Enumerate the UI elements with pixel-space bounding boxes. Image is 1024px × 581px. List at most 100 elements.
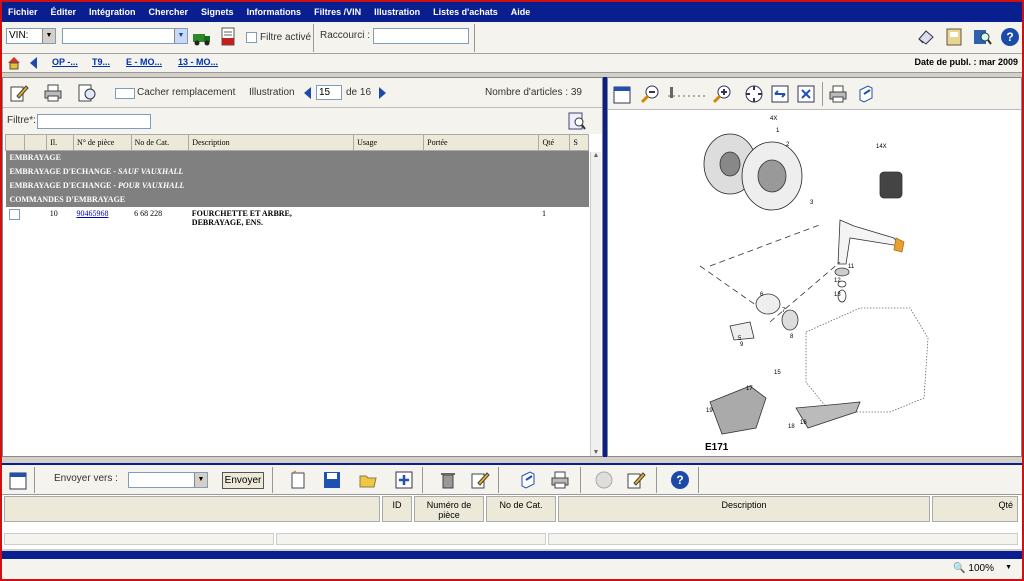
diagram-callout-label[interactable]: 11 <box>848 264 855 270</box>
breadcrumb-item-t9[interactable]: T9... <box>92 57 110 67</box>
diagram-callout-label[interactable]: 16 <box>800 420 807 426</box>
send-to-select[interactable]: ▼ <box>128 472 208 488</box>
group-row[interactable]: COMMANDES D'EMBRAYAGE <box>5 192 589 207</box>
cacher-remplacement-checkbox[interactable] <box>115 88 135 99</box>
trash-icon[interactable] <box>438 470 458 490</box>
row-checkbox[interactable] <box>8 208 20 220</box>
column-header-id[interactable]: ID <box>382 496 412 522</box>
chevron-down-icon[interactable]: ▼ <box>174 29 187 43</box>
diagram-callout-label[interactable]: 12 <box>834 278 841 284</box>
column-header-s[interactable]: S <box>569 134 589 151</box>
menu-illustration[interactable]: Illustration <box>374 7 420 17</box>
preview-icon[interactable] <box>77 83 97 103</box>
diagram-callout-label[interactable]: 19 <box>706 408 713 414</box>
table-row[interactable]: 10 90465968 6 68 228 FOURCHETTE ET ARBRE… <box>6 207 589 229</box>
print-icon[interactable] <box>828 84 848 104</box>
column-header-qty[interactable]: Qté <box>538 134 571 151</box>
zoom-out-icon[interactable] <box>640 84 660 104</box>
book-search-icon[interactable] <box>972 27 992 47</box>
diagram-callout-label[interactable]: 8 <box>790 334 794 340</box>
home-icon[interactable] <box>6 55 22 71</box>
scroll-down-icon[interactable]: ▼ <box>591 449 601 456</box>
diagram-callout-label[interactable]: 14X <box>876 144 887 150</box>
search-document-icon[interactable] <box>567 111 587 131</box>
diagram-callout-label[interactable]: 1 <box>776 128 780 134</box>
zoom-slider[interactable] <box>666 86 710 100</box>
edit-note-icon[interactable] <box>626 470 646 490</box>
part-number-link[interactable]: 90465968 <box>76 209 108 218</box>
column-header-select[interactable] <box>5 134 25 151</box>
exploded-view-diagram[interactable]: 4X 1 2 3 14X 11 12 13 6 7 8 5 9 15 17 16 18 19 E171 <box>610 112 1019 456</box>
menu-informations[interactable]: Informations <box>247 7 302 17</box>
group-row[interactable]: EMBRAYAGE D'ECHANGE - SAUF VAUXHALL <box>5 164 589 179</box>
horizontal-scrollbar-segment[interactable] <box>548 533 1018 545</box>
menu-aide[interactable]: Aide <box>511 7 531 17</box>
arrow-left-icon[interactable] <box>303 86 313 100</box>
notebook-icon[interactable] <box>944 27 964 47</box>
column-header-qty[interactable]: Qté <box>932 496 1018 522</box>
column-header-cat-number[interactable]: No de Cat. <box>486 496 556 522</box>
column-header-blank[interactable] <box>4 496 380 522</box>
print-icon[interactable] <box>43 83 63 103</box>
breadcrumb-item-op[interactable]: OP -... <box>52 57 78 67</box>
column-header-part-number[interactable]: N° de pièce <box>72 134 132 151</box>
vertical-scrollbar[interactable]: ▲ ▼ <box>590 152 601 456</box>
add-icon[interactable] <box>394 470 414 490</box>
menu-integration[interactable]: Intégration <box>89 7 136 17</box>
eraser-icon[interactable] <box>916 27 936 47</box>
truck-icon[interactable] <box>192 27 212 47</box>
column-header-blank[interactable] <box>23 134 48 151</box>
column-header-description[interactable]: Description <box>188 134 355 151</box>
help-icon[interactable]: ? <box>670 470 690 490</box>
column-header-usage[interactable]: Usage <box>353 134 425 151</box>
horizontal-scrollbar-segment[interactable] <box>276 533 546 545</box>
fit-all-icon[interactable] <box>744 84 764 104</box>
breadcrumb-item-13-mo[interactable]: 13 - MO... <box>178 57 218 67</box>
diagram-callout-label[interactable]: 18 <box>788 424 795 430</box>
fit-width-icon[interactable] <box>770 84 790 104</box>
chevron-down-icon[interactable]: ▼ <box>1005 564 1012 571</box>
chevron-down-icon[interactable]: ▼ <box>194 473 207 487</box>
window-icon[interactable] <box>612 85 632 105</box>
menu-fichier[interactable]: Fichier <box>8 7 38 17</box>
menu-signets[interactable]: Signets <box>201 7 234 17</box>
print-icon[interactable] <box>550 470 570 490</box>
breadcrumb-item-e-mo[interactable]: E - MO... <box>126 57 162 67</box>
group-row[interactable]: EMBRAYAGE D'ECHANGE - POUR VAUXHALL <box>5 178 589 193</box>
scroll-up-icon[interactable]: ▲ <box>591 152 601 159</box>
column-header-il[interactable]: Il. <box>46 134 74 151</box>
diagram-callout-label[interactable]: 13 <box>834 292 841 298</box>
column-header-part-number[interactable]: Numéro de pièce <box>414 496 484 522</box>
zoom-in-icon[interactable] <box>712 84 732 104</box>
filtre-active-checkbox[interactable] <box>246 32 257 43</box>
arrow-left-icon[interactable] <box>28 56 40 70</box>
group-row[interactable]: EMBRAYAGE <box>5 150 589 165</box>
diagram-callout-label[interactable]: 3 <box>810 200 814 206</box>
filter-input[interactable] <box>37 114 151 129</box>
diagram-callout-label[interactable]: 15 <box>774 370 781 376</box>
diagram-callout-label[interactable]: 9 <box>740 342 744 348</box>
illustration-page-select[interactable]: 15 <box>316 85 342 100</box>
horizontal-scrollbar[interactable] <box>4 533 274 545</box>
menu-editer[interactable]: Éditer <box>51 7 77 17</box>
zoom-level[interactable]: 🔍 100% <box>953 563 994 574</box>
save-icon[interactable] <box>322 470 342 490</box>
column-header-description[interactable]: Description <box>558 496 930 522</box>
column-header-cat-number[interactable]: No de Cat. <box>130 134 190 151</box>
edit-note-icon[interactable] <box>470 470 490 490</box>
raccourci-input[interactable] <box>373 28 469 44</box>
arrow-right-icon[interactable] <box>377 86 387 100</box>
document-icon[interactable] <box>218 27 238 47</box>
menu-listes-achats[interactable]: Listes d'achats <box>433 7 498 17</box>
vin-select[interactable]: VIN: ▼ <box>6 28 56 44</box>
diagram-callout-label[interactable]: 4X <box>770 116 777 122</box>
menu-filtres-vin[interactable]: Filtres /VIN <box>314 7 361 17</box>
new-list-icon[interactable] <box>288 470 308 490</box>
help-icon[interactable]: ? <box>1000 27 1020 47</box>
vin-input[interactable]: ▼ <box>62 28 188 44</box>
chevron-down-icon[interactable]: ▼ <box>42 29 55 43</box>
export-icon[interactable] <box>518 470 538 490</box>
diagram-callout-label[interactable]: 17 <box>746 386 753 392</box>
column-header-portee[interactable]: Portée <box>423 134 540 151</box>
diagram-callout-label[interactable]: 2 <box>786 142 790 148</box>
